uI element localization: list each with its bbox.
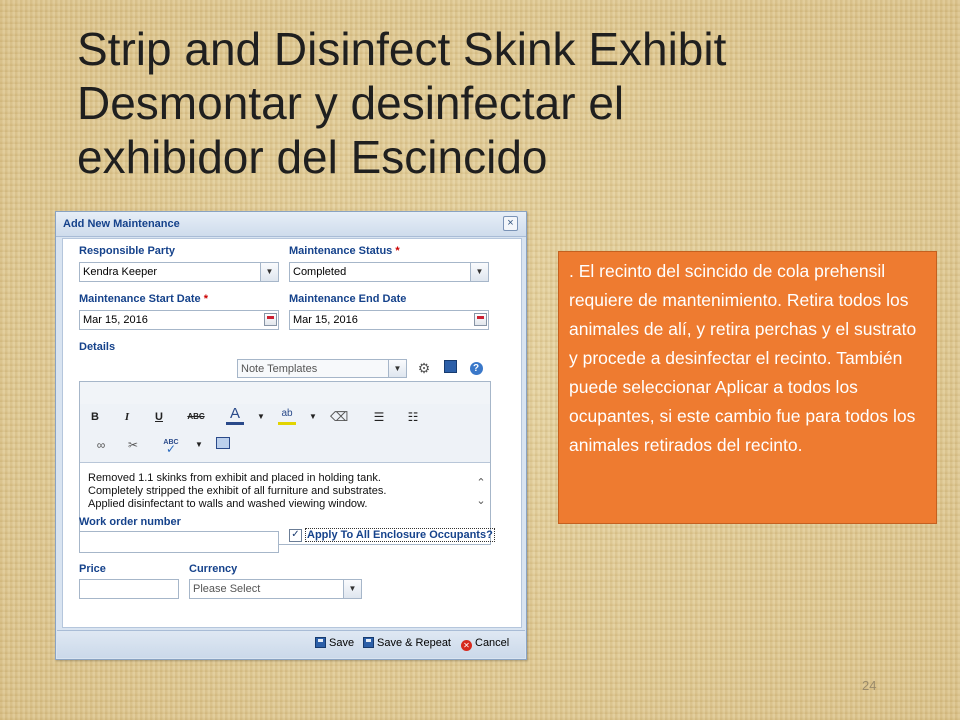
page-number: 24 [862, 678, 877, 693]
close-icon[interactable]: × [503, 216, 518, 231]
underline-button[interactable]: U [150, 408, 168, 426]
work-order-label: Work order number [79, 516, 181, 528]
unlink-icon[interactable]: ✂ [124, 436, 142, 454]
check-icon: ✓ [165, 442, 177, 456]
start-date-value: Mar 15, 2016 [83, 314, 148, 326]
maintenance-status-label: Maintenance Status * [289, 245, 400, 257]
chevron-down-icon[interactable]: ▼ [252, 408, 270, 426]
currency-select[interactable]: Please Select ▼ [189, 579, 362, 599]
slide-title: Strip and Disinfect Skink Exhibit Desmon… [77, 22, 917, 184]
help-icon[interactable]: ? [467, 359, 485, 377]
required-mark: * [395, 245, 400, 257]
price-input[interactable] [79, 579, 179, 599]
chevron-down-icon[interactable]: ▼ [190, 436, 208, 454]
editor-toolbar: B I U ABC A ▼ ab ▼ ⌫ ☰ ☷ ∞ ✂ ABC ✓ ▼ [80, 404, 490, 463]
dialog-body: Responsible Party Kendra Keeper ▼ Mainte… [62, 238, 522, 628]
add-maintenance-dialog: Add New Maintenance × Responsible Party … [55, 211, 527, 660]
price-label: Price [79, 563, 106, 575]
italic-button[interactable]: I [118, 408, 136, 426]
slide-title-line-2: Desmontar y desinfectar el [77, 77, 625, 129]
dialog-title: Add New Maintenance [63, 218, 180, 230]
note-templates-value: Note Templates [241, 363, 318, 375]
cancel-icon: ✕ [461, 640, 472, 651]
cancel-button[interactable]: ✕ Cancel [461, 637, 509, 651]
responsible-party-value: Kendra Keeper [83, 266, 157, 278]
gear-icon[interactable]: ⚙ [415, 359, 433, 377]
calendar-icon[interactable] [474, 313, 487, 326]
save-button[interactable]: Save [315, 637, 354, 649]
maintenance-status-value: Completed [293, 266, 347, 278]
save-repeat-button[interactable]: Save & Repeat [363, 637, 451, 649]
responsible-party-select[interactable]: Kendra Keeper ▼ [79, 262, 279, 282]
numbered-list-icon[interactable]: ☷ [404, 408, 422, 426]
dialog-footer: Save Save & Repeat ✕ Cancel [57, 630, 525, 658]
save-label: Save [329, 637, 355, 649]
slide-title-line-1: Strip and Disinfect Skink Exhibit [77, 23, 727, 75]
chevron-down-icon[interactable]: ▼ [470, 263, 488, 281]
work-order-input[interactable] [79, 531, 279, 553]
font-color-button[interactable]: A [226, 406, 244, 425]
bullet-list-icon[interactable]: ☰ [370, 408, 388, 426]
cancel-label: Cancel [475, 637, 510, 649]
currency-label: Currency [189, 563, 238, 575]
details-line: Completely stripped the exhibit of all f… [88, 485, 387, 497]
maintenance-status-select[interactable]: Completed ▼ [289, 262, 489, 282]
slide-title-line-3: exhibidor del Escincido [77, 131, 548, 183]
source-view-icon[interactable] [214, 436, 232, 454]
eraser-icon[interactable]: ⌫ [330, 408, 348, 426]
start-date-label-text: Maintenance Start Date [79, 293, 201, 305]
chevron-down-icon[interactable]: ▼ [260, 263, 278, 281]
chevron-down-icon[interactable]: ▼ [343, 580, 361, 598]
scroll-down-icon[interactable]: ⌄ [474, 494, 488, 508]
responsible-party-label: Responsible Party [79, 245, 175, 257]
calendar-icon[interactable] [264, 313, 277, 326]
apply-all-label[interactable]: Apply To All Enclosure Occupants? [305, 528, 495, 542]
save-icon [315, 637, 326, 648]
required-mark: * [203, 293, 208, 305]
details-label: Details [79, 341, 116, 353]
chevron-down-icon[interactable]: ▼ [304, 408, 322, 426]
scroll-up-icon[interactable]: ⌃ [474, 476, 488, 490]
end-date-field[interactable]: Mar 15, 2016 [289, 310, 489, 330]
save-template-icon[interactable] [441, 359, 459, 377]
start-date-field[interactable]: Mar 15, 2016 [79, 310, 279, 330]
apply-all-checkbox[interactable]: ✓ [289, 529, 302, 542]
save-repeat-label: Save & Repeat [377, 637, 451, 649]
editor-toolbar-top [80, 382, 490, 405]
bold-button[interactable]: B [86, 408, 104, 426]
start-date-label: Maintenance Start Date * [79, 293, 208, 305]
details-line: Applied disinfectant to walls and washed… [88, 498, 368, 510]
instruction-note: . El recinto del scincido de cola prehen… [558, 251, 937, 524]
end-date-value: Mar 15, 2016 [293, 314, 358, 326]
dialog-header: Add New Maintenance × [56, 212, 526, 237]
strikethrough-button[interactable]: ABC [184, 408, 208, 426]
save-icon [363, 637, 374, 648]
link-icon[interactable]: ∞ [92, 436, 110, 454]
maintenance-status-label-text: Maintenance Status [289, 245, 393, 257]
end-date-label: Maintenance End Date [289, 293, 407, 305]
details-line: Removed 1.1 skinks from exhibit and plac… [88, 472, 381, 484]
note-templates-select[interactable]: Note Templates ▼ [237, 359, 407, 378]
details-text[interactable]: Removed 1.1 skinks from exhibit and plac… [88, 472, 468, 511]
currency-placeholder: Please Select [193, 583, 261, 595]
highlight-button[interactable]: ab [278, 406, 296, 425]
chevron-down-icon[interactable]: ▼ [388, 360, 406, 377]
